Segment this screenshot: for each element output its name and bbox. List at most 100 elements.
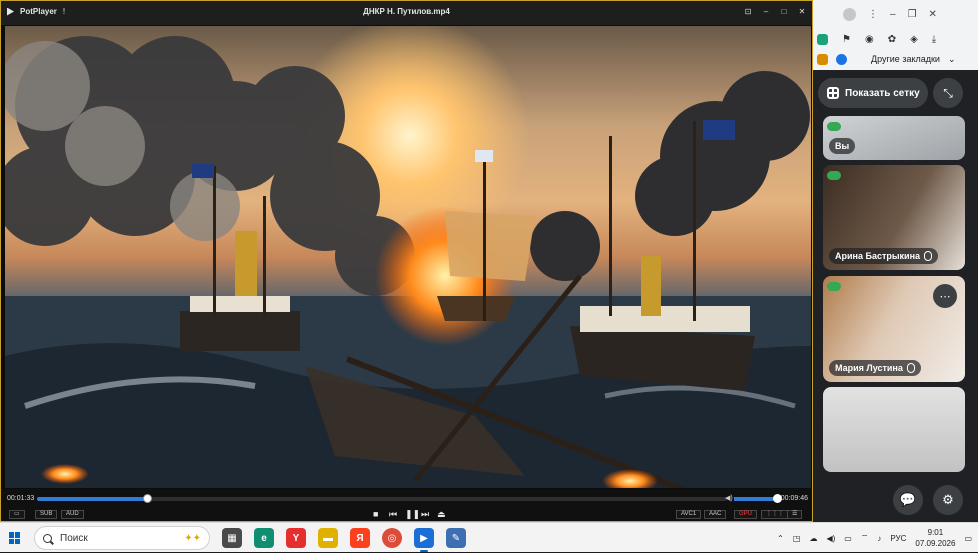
gear-icon: ⚙ [942,492,954,507]
file-explorer-app-icon[interactable]: ▬ [318,528,338,548]
other-bookmarks[interactable]: Другие закладки [871,54,940,64]
participant-name-text: Арина Бастрыкина [835,251,921,261]
close-button[interactable]: ✕ [796,5,808,17]
seek-progress [37,497,147,501]
system-tray: ⌃ ◳ ☁ ◀) ▭ ⌔ ♪ РУС 9:01 07.09.2026 ▭ [777,523,972,553]
equalizer-button[interactable]: ⋮⋮⋮ [761,510,789,519]
language-indicator[interactable]: РУС [890,534,906,543]
cloud-icon[interactable]: ☁ [809,534,817,543]
mic-icon [924,251,933,261]
mic-icon [906,363,915,373]
participant-tile-self[interactable]: Вы [823,116,965,160]
maximize-button[interactable]: □ [778,5,790,17]
profile-avatar[interactable] [843,7,856,21]
total-time: 00:09:46 [780,495,808,502]
more-options-button[interactable]: ⋯ [933,284,957,308]
sparkle-icon: ✦✦ [184,532,201,544]
chat-extension-icon[interactable]: ◈ [910,34,918,45]
audio-button[interactable]: AUD [61,510,84,519]
translate-icon[interactable]: ⚑ [842,34,851,45]
player-controls: 00:01:33 ◀) 00:09:46 ▭ SUB AUD ■ ⏮ ❚❚ ⏭ … [1,489,812,521]
participant-name: Вы [829,138,856,154]
menu-icon[interactable]: ⋮ [868,9,878,20]
puzzle-icon[interactable]: ✿ [888,34,896,45]
eject-button[interactable]: ⏏ [437,509,446,519]
seek-handle[interactable] [142,494,152,503]
window-buttons: ⊡ ‒ □ ✕ [742,5,808,17]
show-grid-label: Показать сетку [845,87,920,99]
calculator-app-icon[interactable]: ▦ [222,528,242,548]
video-frame[interactable] [5,26,811,488]
sidebar-footer: 💬 ⚙ [813,478,978,522]
download-icon[interactable]: ⤓ [932,34,936,45]
stop-button[interactable]: ■ [373,509,378,519]
pin-icon[interactable]: ⊡ [742,5,754,17]
chat-button[interactable]: 💬 [893,485,923,515]
seek-bar[interactable] [37,494,727,503]
edge-app-icon[interactable]: e [254,528,274,548]
current-time: 00:01:33 [7,495,35,502]
gpu-button[interactable]: GPU [734,510,758,519]
record-icon[interactable]: ◉ [865,34,874,45]
network-icon[interactable]: ◳ [793,534,801,543]
settings-button[interactable]: ⚙ [933,485,963,515]
player-titlebar: PotPlayer ! ДНКР Н. Путилов.mp4 ⊡ ‒ □ ✕ [1,1,812,25]
notepad-app-icon[interactable]: ✎ [446,528,466,548]
participant-tile[interactable]: Арина Бастрыкина [823,165,965,270]
chrome-app-icon[interactable]: ◎ [382,528,402,548]
volume-level [734,497,778,501]
next-button[interactable]: ⏭ [421,509,429,519]
notifications-icon[interactable]: ▭ [964,534,972,543]
playlist-button[interactable]: ☰ [787,510,803,519]
collapse-icon: ⤡ [943,85,953,100]
video-codec-button[interactable]: AVC1 [676,510,702,519]
yandex-browser-app-icon[interactable]: Y [286,528,306,548]
participant-name-text: Вы [835,141,850,151]
search-placeholder: Поиск [60,532,88,544]
minimize-icon[interactable]: – [890,9,896,20]
extension-icon[interactable] [817,33,828,45]
chat-icon: 💬 [899,492,917,507]
restore-icon[interactable]: ❐ [908,9,917,20]
potplayer-app-icon[interactable]: ▶ [414,528,434,552]
potplayer-window: PotPlayer ! ДНКР Н. Путилов.mp4 ⊡ ‒ □ ✕ [0,0,813,522]
speaking-indicator [827,122,841,131]
clock[interactable]: 9:01 07.09.2026 [915,527,955,549]
pause-button[interactable]: ❚❚ [405,509,420,519]
browser-window-row: ⋮ – ❐ ✕ [813,4,978,24]
show-grid-button[interactable]: Показать сетку [818,78,928,108]
extensions-row: ⚑ ◉ ✿ ◈ ⤓ [813,29,978,49]
screen-mode-button[interactable]: ▭ [9,510,25,519]
meeting-sidebar: ⋮ – ❐ ✕ ⚑ ◉ ✿ ◈ ⤓ Другие закладки ⌄ Пока… [813,0,978,522]
close-icon[interactable]: ✕ [929,9,937,20]
volume-slider[interactable] [734,494,782,503]
clock-date: 07.09.2026 [915,539,956,548]
bookmark-icon[interactable] [817,53,828,65]
wifi-icon[interactable]: ⌔ [861,533,869,543]
audio-codec-button[interactable]: AAC [704,510,727,519]
minimize-button[interactable]: ‒ [760,5,772,17]
previous-button[interactable]: ⏮ [389,509,397,519]
windows-taskbar: Поиск ✦✦ ▦ e Y ▬ Я ◎ ▶ ✎ ⌃ ◳ ☁ ◀) ▭ ⌔ ♪ … [0,522,978,552]
browser-toolbar: ⋮ – ❐ ✕ ⚑ ◉ ✿ ◈ ⤓ Другие закладки ⌄ [813,0,978,70]
start-button[interactable] [9,532,21,544]
speaker-icon[interactable]: ♪ [877,534,881,543]
yandex-app-icon[interactable]: Я [350,528,370,548]
participant-tile[interactable]: ⋯ Мария Лустина [823,276,965,382]
chevron-up-icon[interactable]: ⌃ [777,534,784,543]
chevron-down-icon[interactable]: ⌄ [948,54,956,65]
grid-icon [827,87,839,99]
collapse-button[interactable]: ⤡ [933,78,963,108]
participant-tile[interactable] [823,387,965,472]
participant-name: Мария Лустина [829,360,921,376]
participant-name: Арина Бастрыкина [829,248,939,264]
speaking-indicator [827,171,841,180]
taskbar-search[interactable]: Поиск ✦✦ [34,526,210,550]
subtitle-button[interactable]: SUB [35,510,58,519]
speaking-indicator [827,282,841,291]
bookmark-icon[interactable] [836,53,847,65]
volume-tray-icon[interactable]: ◀) [826,534,835,543]
volume-icon[interactable]: ◀) [725,494,733,502]
monitor-icon[interactable]: ▭ [844,534,852,543]
search-icon [43,533,52,543]
